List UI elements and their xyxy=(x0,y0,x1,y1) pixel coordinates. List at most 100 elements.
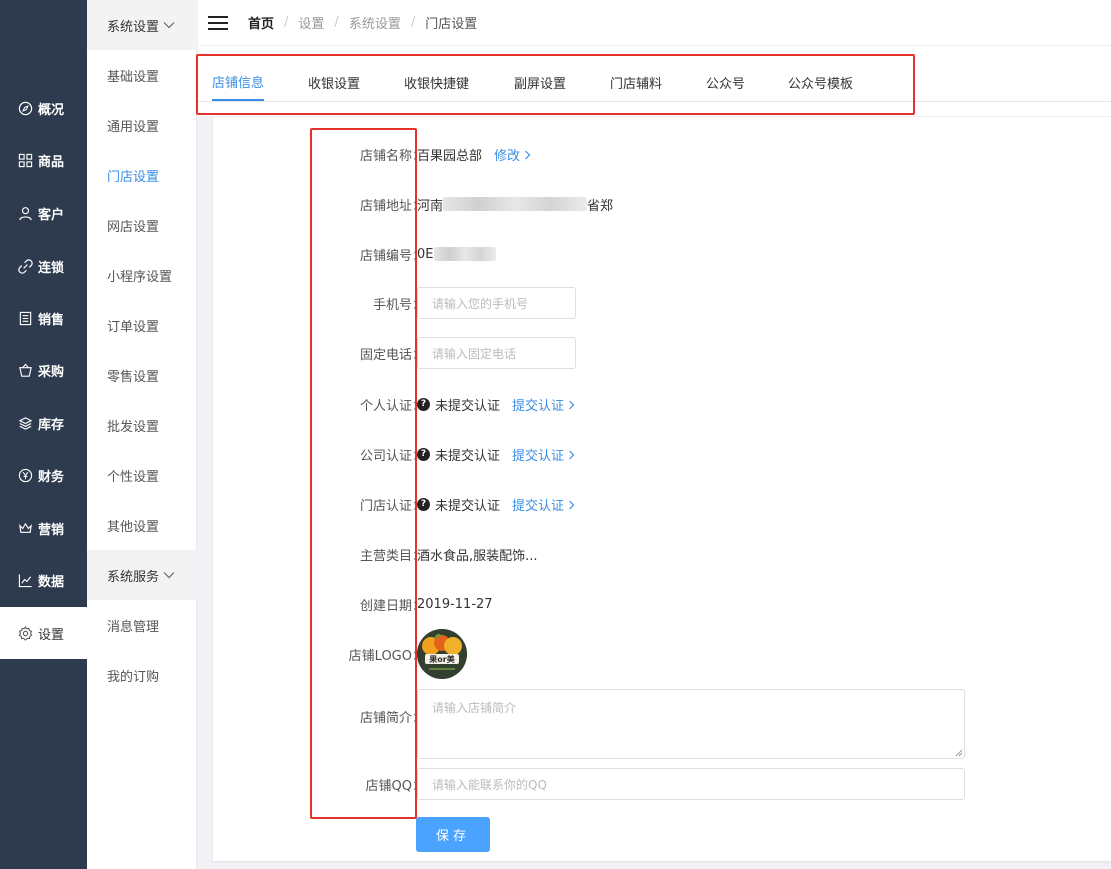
menu-toggle-icon[interactable] xyxy=(208,15,228,31)
form-label: 门店认证： xyxy=(359,498,425,514)
sidebar-item-label: 零售设置 xyxy=(107,369,160,385)
nav-label: 营销 xyxy=(38,522,65,538)
nav-item-data[interactable]: 数据 xyxy=(0,554,87,606)
nav-item-chain[interactable]: 连锁 xyxy=(0,240,87,292)
form-label: 主营类目： xyxy=(359,548,425,564)
redacted-text xyxy=(433,247,496,261)
tab-cashier-settings[interactable]: 收银设置 xyxy=(308,64,360,101)
category-value: 酒水食品,服装配饰... xyxy=(417,548,538,564)
chevron-down-icon xyxy=(163,568,175,583)
nav-label: 设置 xyxy=(38,627,65,643)
chevron-right-icon xyxy=(525,150,531,159)
nav-item-products[interactable]: 商品 xyxy=(0,134,87,186)
form-row-logo: 店铺LOGO： 果or美 xyxy=(213,629,1111,679)
tab-bar: 店铺信息 收银设置 收银快捷键 副屏设置 门店辅料 公众号 公众号模板 xyxy=(198,46,1111,116)
store-info-form: 店铺名称： 百果园总部 修改 店铺地址： 河南 省郑 店铺编号： 0E 手机号：… xyxy=(213,117,1111,861)
resize-handle-icon[interactable] xyxy=(955,749,963,757)
store-cert-status: ? 未提交认证 提交认证 xyxy=(417,495,575,514)
chevron-right-icon xyxy=(569,500,575,509)
sidebar-item-label: 小程序设置 xyxy=(107,269,173,285)
sidebar-group-system-settings[interactable]: 系统设置 xyxy=(87,0,197,50)
cert-status-text: 未提交认证 xyxy=(435,398,501,414)
sidebar-item-online-store[interactable]: 网店设置 xyxy=(87,200,197,250)
nav-item-inventory[interactable]: 库存 xyxy=(0,397,87,449)
sidebar-item-store[interactable]: 门店设置 xyxy=(87,150,197,200)
top-header: 首页 / 设置 / 系统设置 / 门店设置 xyxy=(198,0,1111,46)
settings-sidebar: 系统设置 基础设置 通用设置 门店设置 网店设置 小程序设置 订单设置 零售设置… xyxy=(87,0,197,869)
nav-item-overview[interactable]: 概况 xyxy=(0,82,87,134)
sidebar-item-label: 我的订购 xyxy=(107,669,160,685)
grid-icon xyxy=(18,153,33,168)
breadcrumb-separator: / xyxy=(284,15,289,30)
breadcrumb-item[interactable]: 首页 xyxy=(248,13,274,32)
tab-official-account[interactable]: 公众号 xyxy=(706,64,745,101)
nav-label: 财务 xyxy=(38,469,65,485)
intro-textarea[interactable]: 请输入店铺简介 xyxy=(417,689,965,759)
main-nav: 概况 商品 客户 连锁 销售 采购 库存 财务 营销 数据 设置 xyxy=(0,0,87,869)
nav-label: 概况 xyxy=(38,102,65,118)
phone-input[interactable]: 请输入您的手机号 xyxy=(417,287,576,319)
store-name-text: 百果园总部 xyxy=(417,148,483,164)
sidebar-item-label: 门店设置 xyxy=(107,169,160,185)
company-cert-status: ? 未提交认证 提交认证 xyxy=(417,445,575,464)
sidebar-item-label: 其他设置 xyxy=(107,519,160,535)
nav-item-settings[interactable]: 设置 xyxy=(0,607,87,659)
compass-icon xyxy=(18,101,33,116)
sidebar-item-label: 消息管理 xyxy=(107,619,160,635)
tab-cashier-shortcuts[interactable]: 收银快捷键 xyxy=(404,64,469,101)
sidebar-item-label: 订单设置 xyxy=(107,319,160,335)
sidebar-item-retail[interactable]: 零售设置 xyxy=(87,350,197,400)
submit-company-cert-link[interactable]: 提交认证 xyxy=(512,445,575,464)
form-row-intro: 店铺简介： 请输入店铺简介 xyxy=(213,689,1111,759)
submit-personal-cert-link[interactable]: 提交认证 xyxy=(512,395,575,414)
personal-cert-status: ? 未提交认证 提交认证 xyxy=(417,395,575,414)
breadcrumb-item[interactable]: 设置 xyxy=(298,13,324,32)
nav-label: 连锁 xyxy=(38,260,65,276)
store-logo-image[interactable]: 果or美 xyxy=(417,629,467,679)
sidebar-item-messages[interactable]: 消息管理 xyxy=(87,600,197,650)
sidebar-item-basic[interactable]: 基础设置 xyxy=(87,50,197,100)
edit-name-link[interactable]: 修改 xyxy=(494,145,531,164)
chart-icon xyxy=(18,573,33,588)
sidebar-group-system-service[interactable]: 系统服务 xyxy=(87,550,197,600)
sidebar-item-order[interactable]: 订单设置 xyxy=(87,300,197,350)
sidebar-item-other[interactable]: 其他设置 xyxy=(87,500,197,550)
cert-link-label: 提交认证 xyxy=(512,398,565,414)
breadcrumb: 首页 / 设置 / 系统设置 / 门店设置 xyxy=(248,13,477,32)
save-button[interactable]: 保存 xyxy=(416,817,490,852)
tel-input[interactable]: 请输入固定电话 xyxy=(417,337,576,369)
nav-item-marketing[interactable]: 营销 xyxy=(0,502,87,554)
tab-store-accessories[interactable]: 门店辅料 xyxy=(610,64,662,101)
nav-item-purchase[interactable]: 采购 xyxy=(0,344,87,396)
cert-status-text: 未提交认证 xyxy=(435,448,501,464)
breadcrumb-item: 门店设置 xyxy=(425,17,478,32)
form-label: 店铺编号： xyxy=(359,248,425,264)
sidebar-item-my-orders[interactable]: 我的订购 xyxy=(87,650,197,700)
sidebar-item-personalize[interactable]: 个性设置 xyxy=(87,450,197,500)
sidebar-item-miniprogram[interactable]: 小程序设置 xyxy=(87,250,197,300)
nav-item-finance[interactable]: 财务 xyxy=(0,449,87,501)
purchase-icon xyxy=(18,363,33,378)
form-label: 店铺简介： xyxy=(359,711,425,726)
logo-text: 果or美 xyxy=(428,654,455,664)
sidebar-item-general[interactable]: 通用设置 xyxy=(87,100,197,150)
tab-store-info[interactable]: 店铺信息 xyxy=(212,64,265,101)
nav-item-sales[interactable]: 销售 xyxy=(0,292,87,344)
sidebar-item-label: 通用设置 xyxy=(107,119,160,135)
submit-store-cert-link[interactable]: 提交认证 xyxy=(512,495,575,514)
cert-status-text: 未提交认证 xyxy=(435,498,501,514)
form-row-date: 创建日期： 2019-11-27 xyxy=(213,594,1111,614)
form-label: 创建日期： xyxy=(359,598,425,614)
tab-second-screen[interactable]: 副屏设置 xyxy=(514,64,566,101)
form-label: 固定电话： xyxy=(359,347,425,363)
nav-label: 销售 xyxy=(38,312,65,328)
form-label: 店铺LOGO： xyxy=(348,648,425,664)
breadcrumb-item[interactable]: 系统设置 xyxy=(349,13,401,32)
cert-link-label: 提交认证 xyxy=(512,448,565,464)
sidebar-item-wholesale[interactable]: 批发设置 xyxy=(87,400,197,450)
tab-official-account-template[interactable]: 公众号模板 xyxy=(788,64,853,101)
nav-label: 采购 xyxy=(38,364,65,380)
nav-item-customers[interactable]: 客户 xyxy=(0,187,87,239)
qq-input[interactable]: 请输入能联系你的QQ xyxy=(417,768,965,800)
nav-label: 库存 xyxy=(38,417,65,433)
